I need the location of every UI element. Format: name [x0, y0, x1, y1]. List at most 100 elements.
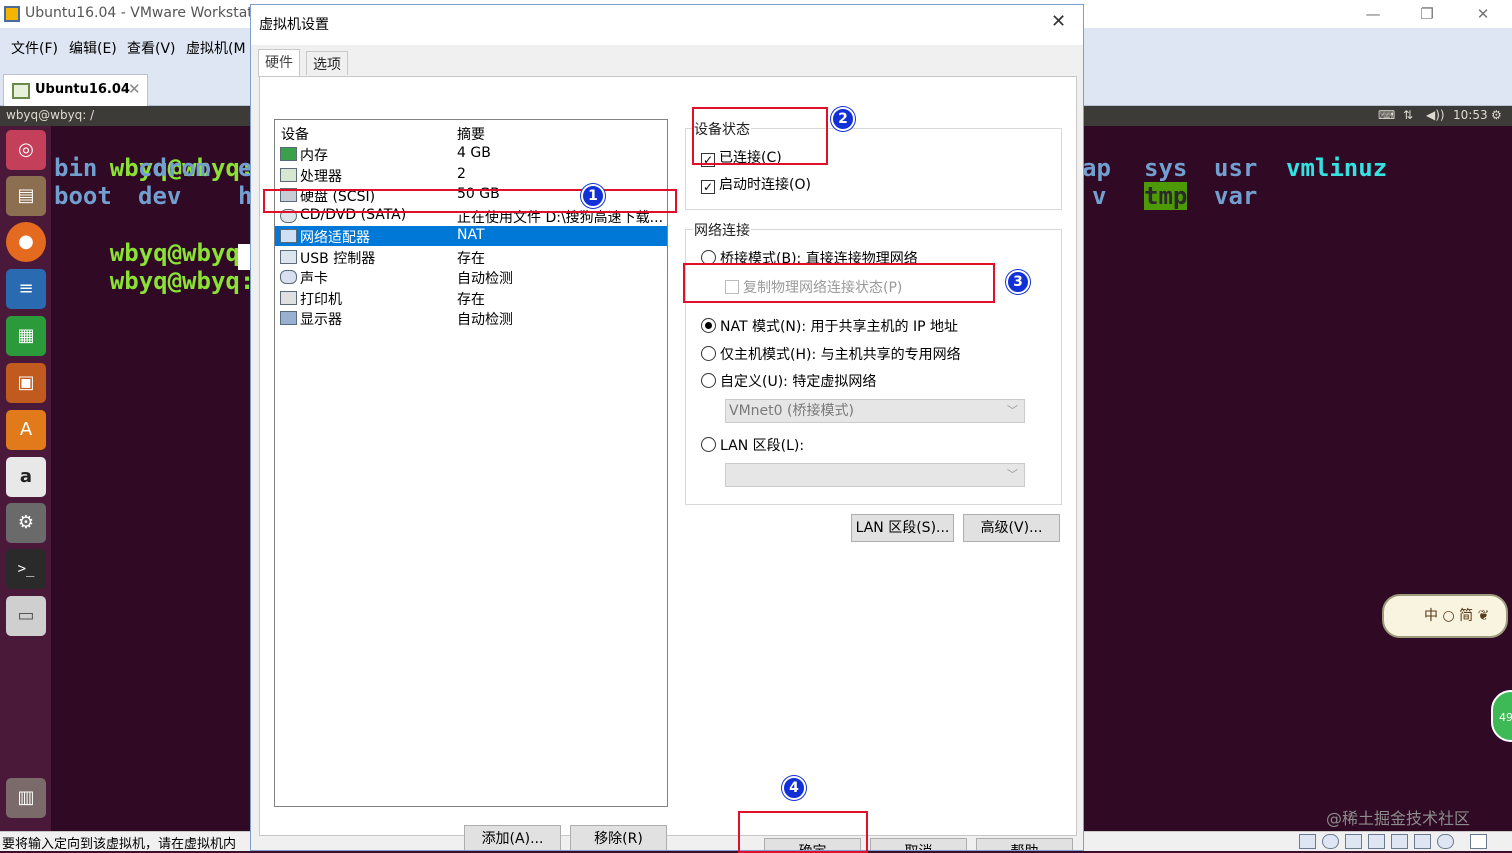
host-only-radio[interactable]: 仅主机模式(H): 与主机共享的专用网络: [701, 344, 961, 364]
device-summary: 存在: [457, 251, 485, 267]
bridged-label: 桥接模式(B): 直接连接物理网络: [720, 251, 918, 267]
input-method-sticker[interactable]: 中 ○ 简 ❦: [1382, 594, 1508, 638]
custom-network-select[interactable]: VMnet0 (桥接模式) ﹀: [725, 399, 1025, 423]
lan-segments-button[interactable]: LAN 区段(S)...: [851, 514, 954, 542]
device-summary: 2: [457, 166, 466, 182]
device-row-cdrom[interactable]: CD/DVD (SATA) 正在使用文件 D:\搜狗高速下载...: [275, 206, 667, 226]
guest-window-title: wbyq@wbyq: /: [6, 108, 95, 122]
column-summary[interactable]: 摘要: [457, 124, 485, 144]
keyboard-icon[interactable]: ⌨: [1378, 108, 1395, 122]
usb-status-icon[interactable]: [1414, 834, 1431, 849]
files-icon[interactable]: ▤: [6, 176, 46, 216]
device-summary: 4 GB: [457, 145, 491, 161]
ubuntu-icon[interactable]: ◎: [6, 130, 46, 170]
vm-tab-ubuntu[interactable]: Ubuntu16.04 ✕: [3, 74, 148, 106]
device-row-memory[interactable]: 内存 4 GB: [275, 144, 667, 164]
tab-options[interactable]: 选项: [306, 51, 348, 75]
volume-icon[interactable]: ◀)): [1426, 108, 1445, 122]
device-list[interactable]: 设备 摘要 内存 4 GB 处理器 2 硬盘 (SCSI) 50 GB CD/D…: [274, 119, 668, 807]
device-name: 处理器: [300, 169, 342, 185]
device-name: CD/DVD (SATA): [300, 207, 407, 223]
checkbox-unchecked-icon: [725, 280, 739, 294]
column-device[interactable]: 设备: [281, 124, 309, 144]
device-row-cpu[interactable]: 处理器 2: [275, 165, 667, 185]
message-status-icon[interactable]: [1470, 834, 1487, 849]
device-row-harddisk[interactable]: 硬盘 (SCSI) 50 GB: [275, 185, 667, 205]
writer-icon[interactable]: ≡: [6, 269, 46, 309]
ok-button[interactable]: 确定: [764, 838, 861, 850]
clock[interactable]: 10:53: [1453, 108, 1488, 122]
terminal-entry: bin: [54, 154, 98, 182]
connect-at-power-on-label: 启动时连接(O): [719, 177, 811, 193]
gear-icon[interactable]: ⚙: [1491, 108, 1502, 122]
cdrom-status-icon[interactable]: [1322, 834, 1339, 849]
maximize-button[interactable]: ❐: [1404, 2, 1450, 26]
printer-status-icon[interactable]: [1368, 834, 1385, 849]
radio-off-icon: [701, 437, 716, 452]
trash-icon[interactable]: ▥: [6, 778, 46, 818]
nat-label: NAT 模式(N): 用于共享主机的 IP 地址: [720, 319, 958, 335]
firefox-icon[interactable]: ●: [6, 222, 46, 262]
device-name: 硬盘 (SCSI): [300, 189, 376, 205]
custom-radio[interactable]: 自定义(U): 特定虚拟网络: [701, 371, 876, 391]
device-row-sound[interactable]: 声卡 自动检测: [275, 267, 667, 287]
device-row-display[interactable]: 显示器 自动检测: [275, 308, 667, 328]
menu-vm[interactable]: 虚拟机(M: [186, 38, 246, 58]
custom-label: 自定义(U): 特定虚拟网络: [720, 374, 877, 390]
display-status-icon[interactable]: [1437, 834, 1454, 849]
calc-icon[interactable]: ▦: [6, 316, 46, 356]
help-button[interactable]: 帮助: [976, 838, 1073, 850]
sound-icon: [280, 270, 297, 284]
terminal-entry: dev: [138, 182, 182, 210]
dialog-title: 虚拟机设置: [259, 17, 329, 33]
settings-icon[interactable]: ⚙: [6, 503, 46, 543]
connected-label: 已连接(C): [719, 150, 782, 166]
chevron-down-icon: ﹀: [1007, 468, 1018, 481]
menu-file[interactable]: 文件(F): [11, 38, 58, 58]
vm-icon: [12, 83, 30, 99]
impress-icon[interactable]: ▣: [6, 363, 46, 403]
menu-edit[interactable]: 编辑(E): [69, 38, 117, 58]
nat-radio[interactable]: NAT 模式(N): 用于共享主机的 IP 地址: [701, 316, 958, 336]
software-center-icon[interactable]: A: [6, 410, 46, 450]
advanced-button[interactable]: 高级(V)...: [963, 514, 1060, 542]
cancel-button[interactable]: 取消: [870, 838, 967, 850]
connected-checkbox[interactable]: ✓ 已连接(C): [701, 147, 782, 167]
replicate-state-checkbox[interactable]: 复制物理网络连接状态(P): [725, 277, 902, 297]
device-summary: 存在: [457, 292, 485, 308]
device-row-network-adapter[interactable]: 网络适配器 NAT: [275, 226, 667, 246]
drive-icon[interactable]: ▭: [6, 596, 46, 636]
terminal-entry: boot: [54, 182, 112, 210]
menu-view[interactable]: 查看(V): [127, 38, 176, 58]
annotation-badge-4: 4: [782, 776, 806, 800]
watermark: @稀土掘金技术社区: [1326, 809, 1471, 828]
usb-icon: [280, 250, 297, 264]
remove-button[interactable]: 移除(R): [570, 825, 667, 850]
device-status-group: [685, 128, 1062, 210]
network-status-icon[interactable]: [1345, 834, 1362, 849]
minimize-button[interactable]: —: [1350, 2, 1396, 26]
network-icon[interactable]: ⇅: [1403, 108, 1413, 122]
terminal-entry: usr: [1214, 154, 1258, 182]
sound-status-icon[interactable]: [1391, 834, 1408, 849]
terminal-icon[interactable]: >_: [6, 549, 46, 589]
vmware-app-icon: [4, 6, 20, 22]
bridged-radio[interactable]: 桥接模式(B): 直接连接物理网络: [701, 248, 918, 268]
vm-tab-label: Ubuntu16.04: [35, 82, 130, 97]
connect-at-power-on-checkbox[interactable]: ✓ 启动时连接(O): [701, 174, 811, 194]
lan-segment-select[interactable]: ﹀: [725, 463, 1025, 487]
terminal-entry: ap: [1082, 154, 1111, 182]
close-window-button[interactable]: ✕: [1460, 2, 1506, 26]
harddisk-status-icon[interactable]: [1299, 834, 1316, 849]
tab-hardware[interactable]: 硬件: [258, 49, 300, 77]
device-summary: 自动检测: [457, 312, 513, 328]
terminal-entry: sys: [1144, 154, 1188, 182]
amazon-icon[interactable]: a: [6, 457, 46, 497]
add-button[interactable]: 添加(A)...: [464, 825, 561, 850]
device-row-printer[interactable]: 打印机 存在: [275, 288, 667, 308]
device-row-usb[interactable]: USB 控制器 存在: [275, 247, 667, 267]
vm-tab-close-icon[interactable]: ✕: [128, 80, 141, 98]
dialog-close-icon[interactable]: ✕: [1051, 11, 1066, 32]
device-name: 内存: [300, 148, 328, 164]
lan-segment-radio[interactable]: LAN 区段(L):: [701, 435, 804, 455]
